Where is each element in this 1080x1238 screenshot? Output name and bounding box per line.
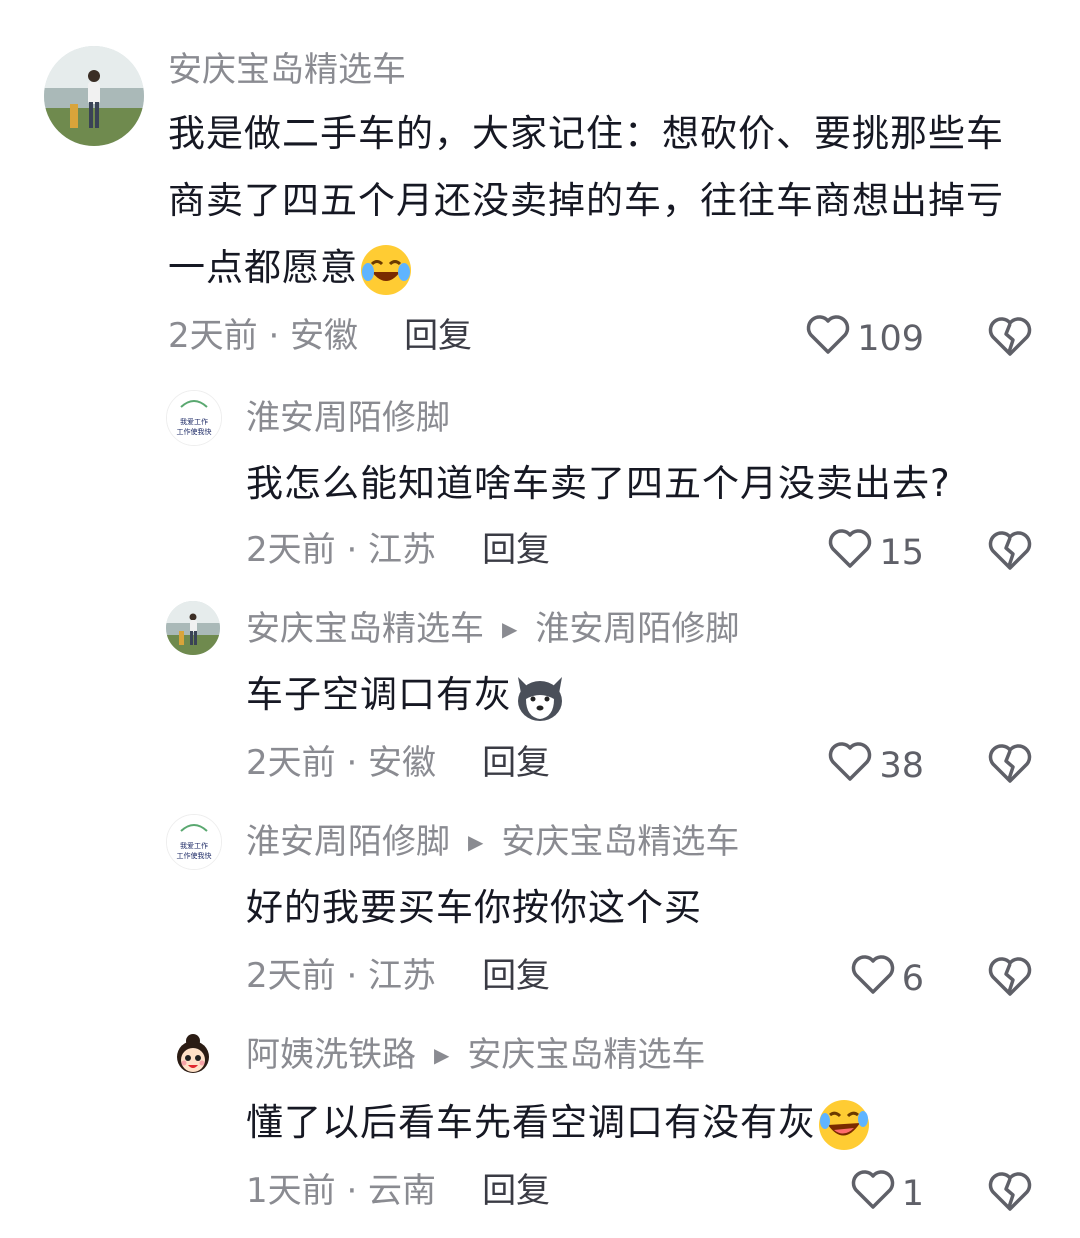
author-name[interactable]: 安庆宝岛精选车 — [168, 50, 406, 90]
reply-button[interactable]: 回复 — [482, 956, 550, 996]
dislike-button[interactable] — [988, 528, 1032, 576]
reply-to-name[interactable]: 安庆宝岛精选车 — [501, 822, 739, 862]
reply-button[interactable]: 回复 — [404, 316, 472, 356]
broken-heart-icon — [988, 744, 1032, 789]
reply-button[interactable]: 回复 — [482, 1171, 550, 1211]
avatar[interactable] — [166, 1027, 220, 1081]
like-button[interactable]: 15 — [827, 526, 924, 579]
comment-3: 安庆宝岛精选车 ▶ 淮安周陌修脚 车子空调口有灰 2天前 · 安徽 回复 38 — [0, 585, 1080, 800]
dislike-button[interactable] — [988, 314, 1032, 362]
comment-text: 我是做二手车的，大家记住：想砍价、要挑那些车商卖了四五个月还没卖掉的车，往往车商… — [168, 100, 1028, 301]
comment-text: 我怎么能知道啥车卖了四五个月没卖出去? — [246, 450, 1036, 517]
comment-1: 安庆宝岛精选车 我是做二手车的，大家记住：想砍价、要挑那些车商卖了四五个月还没卖… — [0, 0, 1080, 370]
triangle-right-icon: ▶ — [468, 830, 484, 854]
comment-text: 懂了以后看车先看空调口有没有灰 — [246, 1089, 1036, 1156]
like-count: 1 — [901, 1173, 924, 1214]
comment-meta: 1天前 · 云南 回复 — [246, 1171, 550, 1211]
heart-outline-icon — [827, 526, 873, 579]
triangle-right-icon: ▶ — [434, 1043, 450, 1067]
avatar-photo-man-by-lake — [44, 46, 144, 146]
comment-author-line: 淮安周陌修脚 — [246, 398, 450, 438]
rolling-laughing-emoji-icon — [816, 1097, 872, 1153]
comment-text-content: 好的我要买车你按你这个买 — [246, 886, 702, 929]
reply-to-name[interactable]: 安庆宝岛精选车 — [467, 1035, 705, 1075]
like-count: 38 — [879, 745, 924, 786]
comment-text: 车子空调口有灰 — [246, 661, 1036, 728]
comment-author-line: 安庆宝岛精选车 — [168, 50, 406, 90]
like-button[interactable]: 109 — [805, 312, 924, 365]
comment-author-line: 淮安周陌修脚 ▶ 安庆宝岛精选车 — [246, 822, 739, 862]
author-name[interactable]: 安庆宝岛精选车 — [246, 609, 484, 649]
comment-text-content: 我是做二手车的，大家记住：想砍价、要挑那些车商卖了四五个月还没卖掉的车，往往车商… — [168, 112, 1004, 289]
broken-heart-icon — [988, 531, 1032, 576]
comment-author-line: 安庆宝岛精选车 ▶ 淮安周陌修脚 — [246, 609, 739, 649]
avatar-cartoon-girl — [166, 1027, 220, 1081]
broken-heart-icon — [988, 1172, 1032, 1217]
dislike-button[interactable] — [988, 954, 1032, 1002]
time-location: 2天前 · 安徽 — [168, 316, 359, 356]
time-location: 1天前 · 云南 — [246, 1171, 437, 1211]
author-name[interactable]: 淮安周陌修脚 — [246, 398, 450, 438]
heart-outline-icon — [850, 952, 896, 1005]
comment-author-line: 阿姨洗铁路 ▶ 安庆宝岛精选车 — [246, 1035, 705, 1075]
heart-outline-icon — [827, 739, 873, 792]
like-count: 6 — [901, 958, 924, 999]
avatar-logo: 我爱工作 工作使我快 — [167, 815, 221, 869]
time-location: 2天前 · 安徽 — [246, 743, 437, 783]
comment-2: 我爱工作 工作使我快 淮安周陌修脚 我怎么能知道啥车卖了四五个月没卖出去? 2天… — [0, 370, 1080, 585]
comment-5: 阿姨洗铁路 ▶ 安庆宝岛精选车 懂了以后看车先看空调口有没有灰 1天前 · 云南… — [0, 1013, 1080, 1238]
heart-outline-icon — [850, 1167, 896, 1220]
triangle-right-icon: ▶ — [502, 617, 518, 641]
time-location: 2天前 · 江苏 — [246, 956, 437, 996]
like-button[interactable]: 38 — [827, 739, 924, 792]
comment-text: 好的我要买车你按你这个买 — [246, 874, 1036, 941]
avatar[interactable]: 我爱工作 工作使我快 — [166, 390, 222, 446]
svg-text:工作使我快: 工作使我快 — [177, 427, 212, 436]
avatar-logo: 我爱工作 工作使我快 — [167, 391, 221, 445]
comment-meta: 2天前 · 江苏 回复 — [246, 956, 550, 996]
comment-text-content: 我怎么能知道啥车卖了四五个月没卖出去? — [246, 462, 951, 505]
reply-to-name[interactable]: 淮安周陌修脚 — [535, 609, 739, 649]
avatar-photo-man-by-lake — [166, 601, 220, 655]
reply-button[interactable]: 回复 — [482, 530, 550, 570]
like-button[interactable]: 1 — [850, 1167, 924, 1220]
avatar[interactable]: 我爱工作 工作使我快 — [166, 814, 222, 870]
author-name[interactable]: 阿姨洗铁路 — [246, 1035, 416, 1075]
like-button[interactable]: 6 — [850, 952, 924, 1005]
comment-meta: 2天前 · 安徽 回复 — [168, 316, 472, 356]
avatar[interactable] — [44, 46, 144, 146]
svg-text:工作使我快: 工作使我快 — [177, 851, 212, 860]
reply-button[interactable]: 回复 — [482, 743, 550, 783]
husky-dog-emoji-icon — [512, 669, 568, 725]
crying-laughing-emoji-icon — [358, 242, 414, 298]
dislike-button[interactable] — [988, 741, 1032, 789]
comment-text-content: 车子空调口有灰 — [246, 673, 512, 716]
time-location: 2天前 · 江苏 — [246, 530, 437, 570]
broken-heart-icon — [988, 957, 1032, 1002]
broken-heart-icon — [988, 317, 1032, 362]
svg-text:我爱工作: 我爱工作 — [180, 417, 208, 426]
like-count: 109 — [857, 318, 924, 359]
author-name[interactable]: 淮安周陌修脚 — [246, 822, 450, 862]
dislike-button[interactable] — [988, 1169, 1032, 1217]
like-count: 15 — [879, 532, 924, 573]
avatar[interactable] — [166, 601, 220, 655]
comment-text-content: 懂了以后看车先看空调口有没有灰 — [246, 1101, 816, 1144]
comment-meta: 2天前 · 江苏 回复 — [246, 530, 550, 570]
heart-outline-icon — [805, 312, 851, 365]
svg-text:我爱工作: 我爱工作 — [180, 841, 208, 850]
comment-4: 我爱工作 工作使我快 淮安周陌修脚 ▶ 安庆宝岛精选车 好的我要买车你按你这个买… — [0, 800, 1080, 1013]
comment-meta: 2天前 · 安徽 回复 — [246, 743, 550, 783]
